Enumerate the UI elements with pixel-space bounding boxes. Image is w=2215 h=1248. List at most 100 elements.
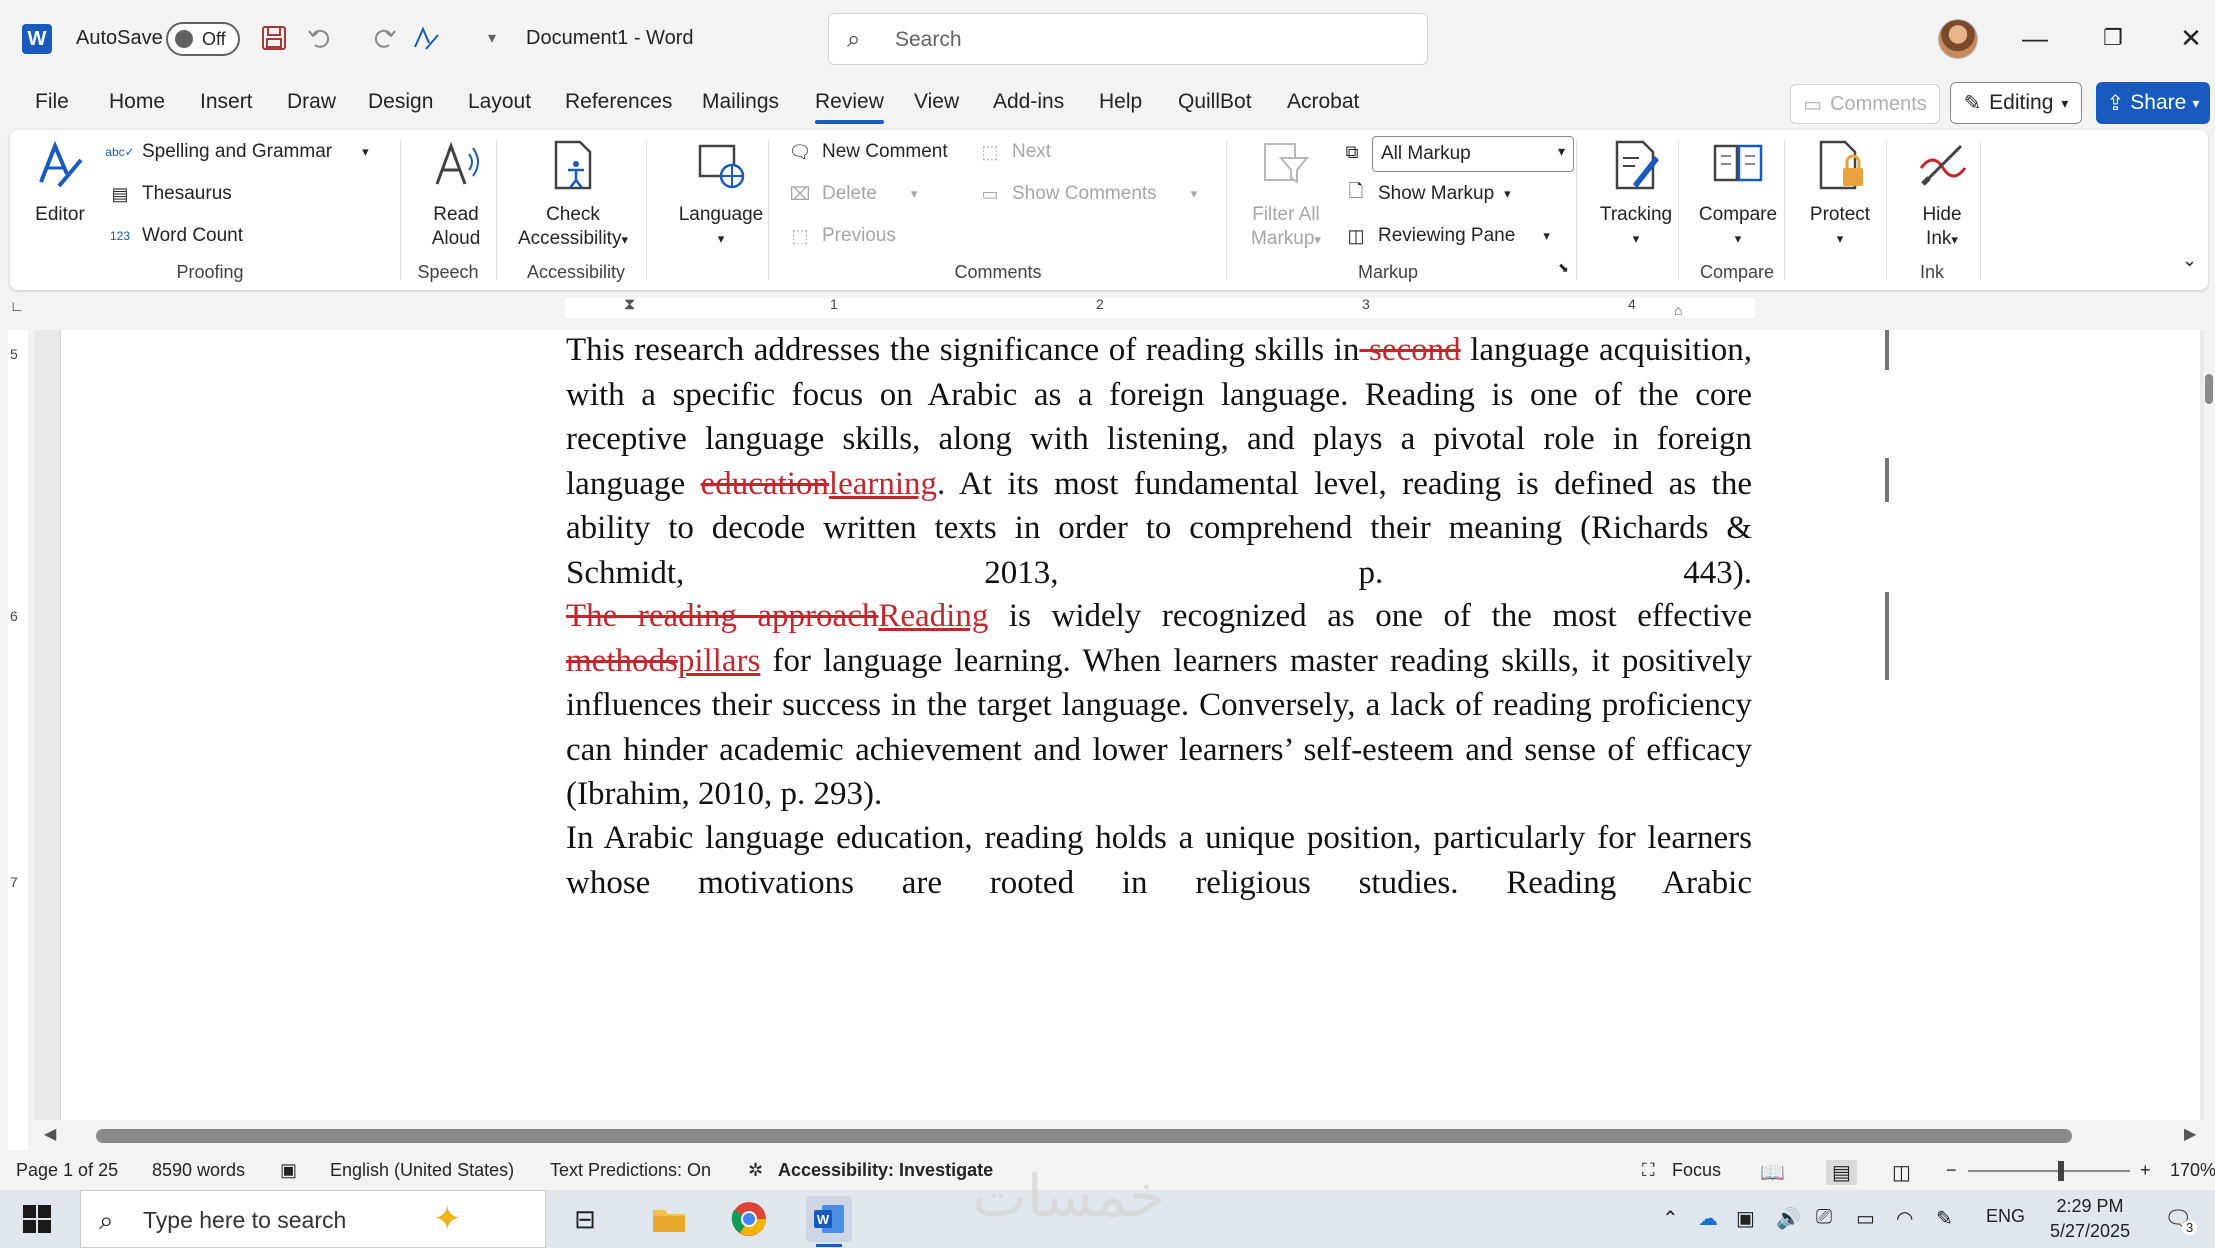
deleted-text[interactable]: methods (566, 643, 678, 679)
document-paragraph[interactable]: In Arabic language education, reading ho… (566, 816, 1752, 905)
next-comment-button[interactable]: ⬚ Next (978, 140, 1051, 164)
horizontal-scroll-thumb[interactable] (96, 1129, 2072, 1143)
show-markup-button[interactable]: 🗋 Show Markup ▾ (1344, 181, 1511, 206)
word-count[interactable]: 8590 words (152, 1160, 245, 1181)
windows-start-icon[interactable] (22, 1204, 52, 1234)
markup-dialog-launcher-icon[interactable]: ⬊ (1558, 260, 1569, 276)
delete-comment-button[interactable]: ⌧ Delete ▾ (788, 182, 918, 206)
horizontal-scrollbar[interactable]: ◀ ▶ (34, 1124, 2204, 1150)
tab-draw[interactable]: Draw (287, 90, 336, 114)
tab-add-ins[interactable]: Add-ins (993, 90, 1064, 114)
document-paragraph[interactable]: The reading approachReading is widely re… (566, 594, 1752, 817)
tab-selector-icon[interactable]: ∟ (10, 298, 24, 314)
scroll-right-icon[interactable]: ▶ (2184, 1124, 2196, 1144)
save-icon[interactable] (258, 22, 290, 54)
collapse-ribbon-icon[interactable]: ⌄ (2182, 250, 2197, 271)
system-clock[interactable]: 2:29 PM 5/27/2025 (2050, 1194, 2130, 1244)
language-button[interactable]: Language ▾ (660, 138, 782, 251)
display-for-review-icon[interactable]: ⧉ (1340, 140, 1364, 164)
tracking-button[interactable]: Tracking ▾ (1588, 138, 1684, 251)
page-count[interactable]: Page 1 of 25 (16, 1160, 118, 1181)
compare-button[interactable]: Compare ▾ (1690, 138, 1786, 251)
indent-marker-icon[interactable]: ⧗ (624, 296, 635, 314)
document-paragraph[interactable]: This research addresses the significance… (566, 328, 1752, 595)
inserted-text[interactable]: pillars (678, 643, 760, 679)
undo-icon[interactable] (304, 22, 336, 54)
deleted-text[interactable]: The reading approach (566, 598, 878, 634)
input-language[interactable]: ENG (1986, 1206, 2025, 1227)
zoom-slider-thumb[interactable] (2058, 1161, 2064, 1181)
tab-references[interactable]: References (565, 90, 672, 114)
spelling-grammar-button[interactable]: abc✓ Spelling and Grammar ▾ (105, 140, 368, 164)
show-comments-button[interactable]: ▭ Show Comments ▾ (978, 182, 1197, 206)
check-accessibility-button[interactable]: Check Accessibility▾ (508, 138, 638, 252)
scroll-left-icon[interactable]: ◀ (44, 1124, 56, 1144)
zoom-out-button[interactable]: − (1946, 1160, 1957, 1181)
tab-review[interactable]: Review (815, 90, 884, 124)
wifi-icon[interactable]: ◠ (1896, 1206, 1913, 1231)
thesaurus-button[interactable]: ▤ Thesaurus (108, 182, 231, 206)
search-box[interactable]: ⌕ Search (828, 13, 1428, 65)
battery-icon[interactable]: ▭ (1856, 1206, 1875, 1231)
protect-button[interactable]: Protect ▾ (1792, 138, 1888, 251)
tab-help[interactable]: Help (1099, 90, 1142, 114)
horizontal-ruler[interactable]: ∟ 1 2 3 4 ⧗ ⌂ (0, 296, 2215, 320)
editing-mode-button[interactable]: ✎ Editing ▾ (1950, 82, 2082, 124)
pen-icon[interactable]: ✎ (1936, 1206, 1953, 1231)
meet-icon[interactable]: ▣ (1736, 1206, 1755, 1231)
markup-view-dropdown[interactable]: All Markup ▾ (1372, 136, 1574, 172)
tab-quillbot[interactable]: QuillBot (1178, 90, 1252, 114)
customize-qat-icon[interactable]: ▾ (476, 22, 508, 54)
taskbar-search[interactable]: ⌕ Type here to search ✦ (80, 1190, 546, 1248)
read-mode-icon[interactable]: 📖 (1760, 1160, 1785, 1185)
word-count-button[interactable]: 123 Word Count (108, 224, 243, 248)
share-button[interactable]: ⇪ Share ▾ (2096, 82, 2210, 124)
tab-acrobat[interactable]: Acrobat (1287, 90, 1359, 114)
inserted-text[interactable]: learning (829, 466, 937, 502)
inserted-text[interactable]: Reading (878, 598, 988, 634)
zoom-level[interactable]: 170% (2170, 1160, 2215, 1181)
text-predictions-status[interactable]: Text Predictions: On (550, 1160, 711, 1181)
show-hidden-icons-icon[interactable]: ⌃ (1662, 1206, 1679, 1231)
read-aloud-button[interactable]: Read Aloud (414, 138, 498, 251)
tab-insert[interactable]: Insert (200, 90, 253, 114)
camera-icon[interactable]: ⎚ (1816, 1206, 1832, 1229)
print-layout-icon[interactable]: ▤ (1826, 1160, 1857, 1185)
proofing-status-icon[interactable]: ▣ (280, 1160, 297, 1181)
vertical-ruler[interactable]: 5 6 7 (0, 330, 34, 1150)
task-view-icon[interactable]: ⊟ (562, 1196, 608, 1242)
deleted-text[interactable]: second (1359, 332, 1461, 368)
previous-comment-button[interactable]: ⬚ Previous (788, 224, 895, 248)
accessibility-status[interactable]: Accessibility: Investigate (778, 1160, 993, 1181)
user-avatar[interactable] (1938, 19, 1978, 59)
word-taskbar-icon[interactable]: W (806, 1196, 852, 1242)
tab-home[interactable]: Home (109, 90, 165, 114)
hide-ink-button[interactable]: Hide Ink▾ (1894, 138, 1990, 252)
language-status[interactable]: English (United States) (330, 1160, 514, 1181)
restore-icon[interactable]: ❐ (2088, 18, 2138, 58)
right-indent-marker-icon[interactable]: ⌂ (1674, 302, 1682, 318)
tab-view[interactable]: View (914, 90, 959, 114)
close-icon[interactable]: ✕ (2166, 18, 2215, 58)
comments-button[interactable]: ▭ Comments (1790, 84, 1940, 124)
new-comment-button[interactable]: 🗨 New Comment (788, 140, 948, 164)
deleted-text[interactable]: education (701, 466, 829, 502)
zoom-slider[interactable] (1968, 1170, 2130, 1172)
filter-all-markup-button[interactable]: Filter All Markup▾ (1238, 138, 1334, 252)
redo-icon[interactable] (368, 22, 400, 54)
tab-mailings[interactable]: Mailings (702, 90, 779, 114)
tab-file[interactable]: File (35, 90, 69, 114)
tab-layout[interactable]: Layout (468, 90, 531, 114)
file-explorer-icon[interactable] (646, 1196, 692, 1242)
focus-mode-button[interactable]: Focus (1672, 1160, 1721, 1181)
reviewing-pane-button[interactable]: ◫ Reviewing Pane ▾ (1344, 224, 1549, 248)
tab-design[interactable]: Design (368, 90, 433, 114)
editor-quick-icon[interactable] (410, 22, 442, 54)
web-layout-icon[interactable]: ◫ (1892, 1160, 1911, 1185)
chrome-icon[interactable] (726, 1196, 772, 1242)
editor-button[interactable]: Editor (28, 138, 92, 227)
minimize-icon[interactable]: — (2010, 18, 2060, 58)
onedrive-icon[interactable]: ☁ (1698, 1206, 1718, 1231)
autosave-toggle[interactable]: Off (166, 22, 240, 56)
volume-icon[interactable]: 🔊 (1776, 1206, 1801, 1231)
